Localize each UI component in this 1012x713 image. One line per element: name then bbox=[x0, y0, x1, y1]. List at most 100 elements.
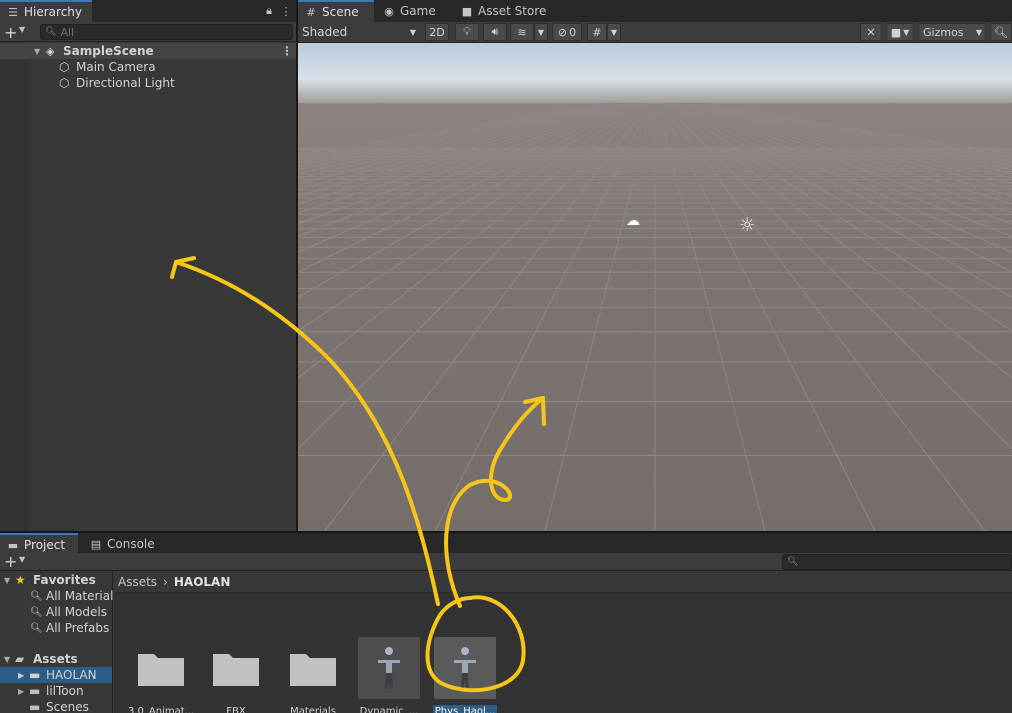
lighting-toggle-button[interactable]: 💡︎ bbox=[455, 23, 479, 41]
sun-gizmo-icon[interactable]: ☼ bbox=[739, 215, 755, 236]
hierarchy-search-input[interactable]: 🔍︎ All bbox=[40, 24, 293, 40]
project-toolbar: + ▼ 🔍︎ bbox=[0, 552, 1012, 571]
favorite-item-all-materials[interactable]: 🔍︎ All Materials bbox=[0, 588, 120, 604]
hierarchy-search-placeholder: All bbox=[60, 25, 75, 39]
asset-item-phys-prefab[interactable]: Phys_Haol... bbox=[430, 637, 500, 713]
add-icon[interactable]: + bbox=[4, 552, 17, 571]
chevron-down-icon: ▼ bbox=[975, 27, 982, 37]
asset-label: Materials bbox=[290, 706, 336, 713]
scene-tabbar: # Scene ◉ Game ■ Asset Store bbox=[298, 0, 1012, 22]
chevron-down-icon[interactable]: ▼ bbox=[19, 555, 25, 564]
tab-game[interactable]: ◉ Game bbox=[376, 0, 442, 22]
favorite-item-label: All Materials bbox=[46, 589, 120, 603]
project-asset-grid: Assets › HAOLAN 3.0_Animat... FBX Materi… bbox=[114, 571, 1012, 713]
shading-mode-dropdown[interactable]: Shaded ▼ bbox=[302, 23, 418, 41]
grid-toggle-button[interactable]: # bbox=[587, 23, 607, 41]
folder-icon bbox=[130, 637, 192, 699]
folder-icon bbox=[282, 637, 344, 699]
expand-arrow-icon[interactable]: ▼ bbox=[34, 47, 40, 56]
add-icon[interactable]: + bbox=[4, 23, 17, 42]
tab-hierarchy[interactable]: ☰ Hierarchy bbox=[0, 0, 92, 22]
kebab-menu-icon[interactable]: ⋮ bbox=[279, 4, 293, 18]
asset-item-materials-folder[interactable]: Materials bbox=[278, 637, 348, 713]
favorites-row[interactable]: ▼ ★ Favorites bbox=[0, 572, 112, 588]
hierarchy-item-main-camera[interactable]: ⬡ Main Camera bbox=[0, 59, 296, 75]
breadcrumb-current[interactable]: HAOLAN bbox=[174, 575, 231, 589]
chevron-down-icon: ▼ bbox=[537, 27, 545, 37]
folder-open-icon: ▰ bbox=[15, 652, 25, 666]
tab-asset-store-label: Asset Store bbox=[478, 4, 547, 18]
expand-arrow-icon[interactable]: ▶ bbox=[18, 671, 24, 680]
project-search-input[interactable]: 🔍︎ bbox=[782, 554, 1012, 570]
asset-item-dynamic-prefab[interactable]: Dynamic_... bbox=[354, 637, 424, 713]
hidden-count: 0 bbox=[569, 25, 577, 39]
hierarchy-toolbar: + ▼ 🔍︎ All bbox=[0, 22, 296, 42]
hidden-objects-toggle[interactable]: ⊘ 0 bbox=[552, 23, 582, 41]
asset-label: 3.0_Animat... bbox=[128, 706, 195, 713]
expand-arrow-icon[interactable]: ▼ bbox=[4, 576, 10, 585]
folder-item-label: Scenes bbox=[46, 700, 89, 713]
camera-gizmo-icon[interactable]: ☁ bbox=[626, 213, 640, 229]
folder-icon: ▬ bbox=[29, 684, 41, 698]
lock-icon[interactable]: 🔒︎ bbox=[262, 4, 276, 18]
tab-console[interactable]: ▤ Console bbox=[83, 533, 161, 555]
speaker-icon: 🔊︎ bbox=[491, 25, 499, 38]
folder-item-scenes[interactable]: ▬ Scenes bbox=[0, 699, 112, 713]
scene-panel: # Scene ◉ Game ■ Asset Store Shaded ▼ 2D… bbox=[298, 0, 1012, 531]
favorites-label: Favorites bbox=[33, 573, 96, 587]
search-icon: 🔍︎ bbox=[45, 27, 57, 37]
scene-search-button[interactable]: 🔍︎ bbox=[990, 23, 1012, 41]
scene-name: SampleScene bbox=[63, 44, 154, 58]
breadcrumb-root[interactable]: Assets bbox=[118, 575, 157, 589]
favorite-item-all-prefabs[interactable]: 🔍︎ All Prefabs bbox=[0, 620, 112, 636]
favorite-item-all-models[interactable]: 🔍︎ All Models bbox=[0, 604, 112, 620]
asset-item-fbx-folder[interactable]: FBX bbox=[201, 637, 271, 713]
tab-scene[interactable]: # Scene bbox=[298, 0, 374, 22]
assets-root-row[interactable]: ▼ ▰ Assets bbox=[0, 651, 112, 667]
tab-game-label: Game bbox=[400, 4, 436, 18]
scene-row[interactable]: ▼ ◈ SampleScene ⋮ bbox=[0, 43, 296, 59]
audio-toggle-button[interactable]: 🔊︎ bbox=[483, 23, 507, 41]
gizmos-dropdown[interactable]: Gizmos ▼ bbox=[918, 23, 986, 41]
folder-icon: ▬ bbox=[29, 668, 41, 682]
scene-viewport[interactable]: ☁ ☼ bbox=[298, 43, 1012, 531]
gameobject-cube-icon: ⬡ bbox=[59, 60, 70, 74]
camera-icon: ■ bbox=[890, 25, 902, 39]
avatar-model-icon bbox=[434, 637, 496, 699]
eye-slash-icon: ⊘ bbox=[557, 25, 568, 39]
breadcrumb-separator: › bbox=[163, 574, 168, 589]
folder-icon bbox=[205, 637, 267, 699]
effects-dropdown-button[interactable]: ▼ bbox=[534, 23, 548, 41]
tools-button[interactable]: ✕ bbox=[860, 23, 882, 41]
favorite-item-label: All Prefabs bbox=[46, 621, 110, 635]
folder-icon: ▬ bbox=[7, 538, 19, 552]
scene-menu-icon[interactable]: ⋮ bbox=[281, 44, 293, 58]
search-icon: 🔍︎ bbox=[994, 25, 1008, 39]
asset-item-animat-folder[interactable]: 3.0_Animat... bbox=[126, 637, 196, 713]
chevron-down-icon[interactable]: ▼ bbox=[19, 25, 25, 34]
tab-asset-store[interactable]: ■ Asset Store bbox=[454, 0, 552, 22]
unity-scene-icon: ◈ bbox=[46, 44, 55, 58]
2d-toggle-button[interactable]: 2D bbox=[425, 23, 449, 41]
project-folder-tree: ▼ ★ Favorites 🔍︎ All Materials 🔍︎ All Mo… bbox=[0, 571, 120, 713]
avatar-model-icon bbox=[358, 637, 420, 699]
chevron-down-icon: ▼ bbox=[409, 27, 416, 37]
expand-arrow-icon[interactable]: ▼ bbox=[4, 655, 10, 664]
project-panel: ▬ Project ▤ Console + ▼ 🔍︎ ▼ ★ Favorites… bbox=[0, 533, 1012, 713]
asset-label: FBX bbox=[226, 706, 246, 713]
hierarchy-gutter bbox=[0, 42, 30, 531]
asset-label: Dynamic_... bbox=[359, 706, 419, 713]
search-icon: 🔍︎ bbox=[30, 622, 43, 634]
folder-item-haolan[interactable]: ▶ ▬ HAOLAN bbox=[0, 667, 112, 683]
folder-item-liltoon[interactable]: ▶ ▬ lilToon bbox=[0, 683, 112, 699]
expand-arrow-icon[interactable]: ▶ bbox=[18, 687, 24, 696]
2d-toggle-label: 2D bbox=[429, 25, 445, 39]
folder-item-label: HAOLAN bbox=[46, 668, 97, 682]
effects-toggle-button[interactable]: ≋ bbox=[510, 23, 534, 41]
grid-dropdown-button[interactable]: ▼ bbox=[607, 23, 621, 41]
shading-mode-value: Shaded bbox=[302, 25, 348, 39]
hierarchy-item-directional-light[interactable]: ⬡ Directional Light bbox=[0, 75, 296, 91]
chevron-down-icon: ▼ bbox=[610, 27, 618, 37]
camera-settings-button[interactable]: ■ ▼ bbox=[886, 23, 914, 41]
hierarchy-item-label: Directional Light bbox=[76, 76, 175, 90]
